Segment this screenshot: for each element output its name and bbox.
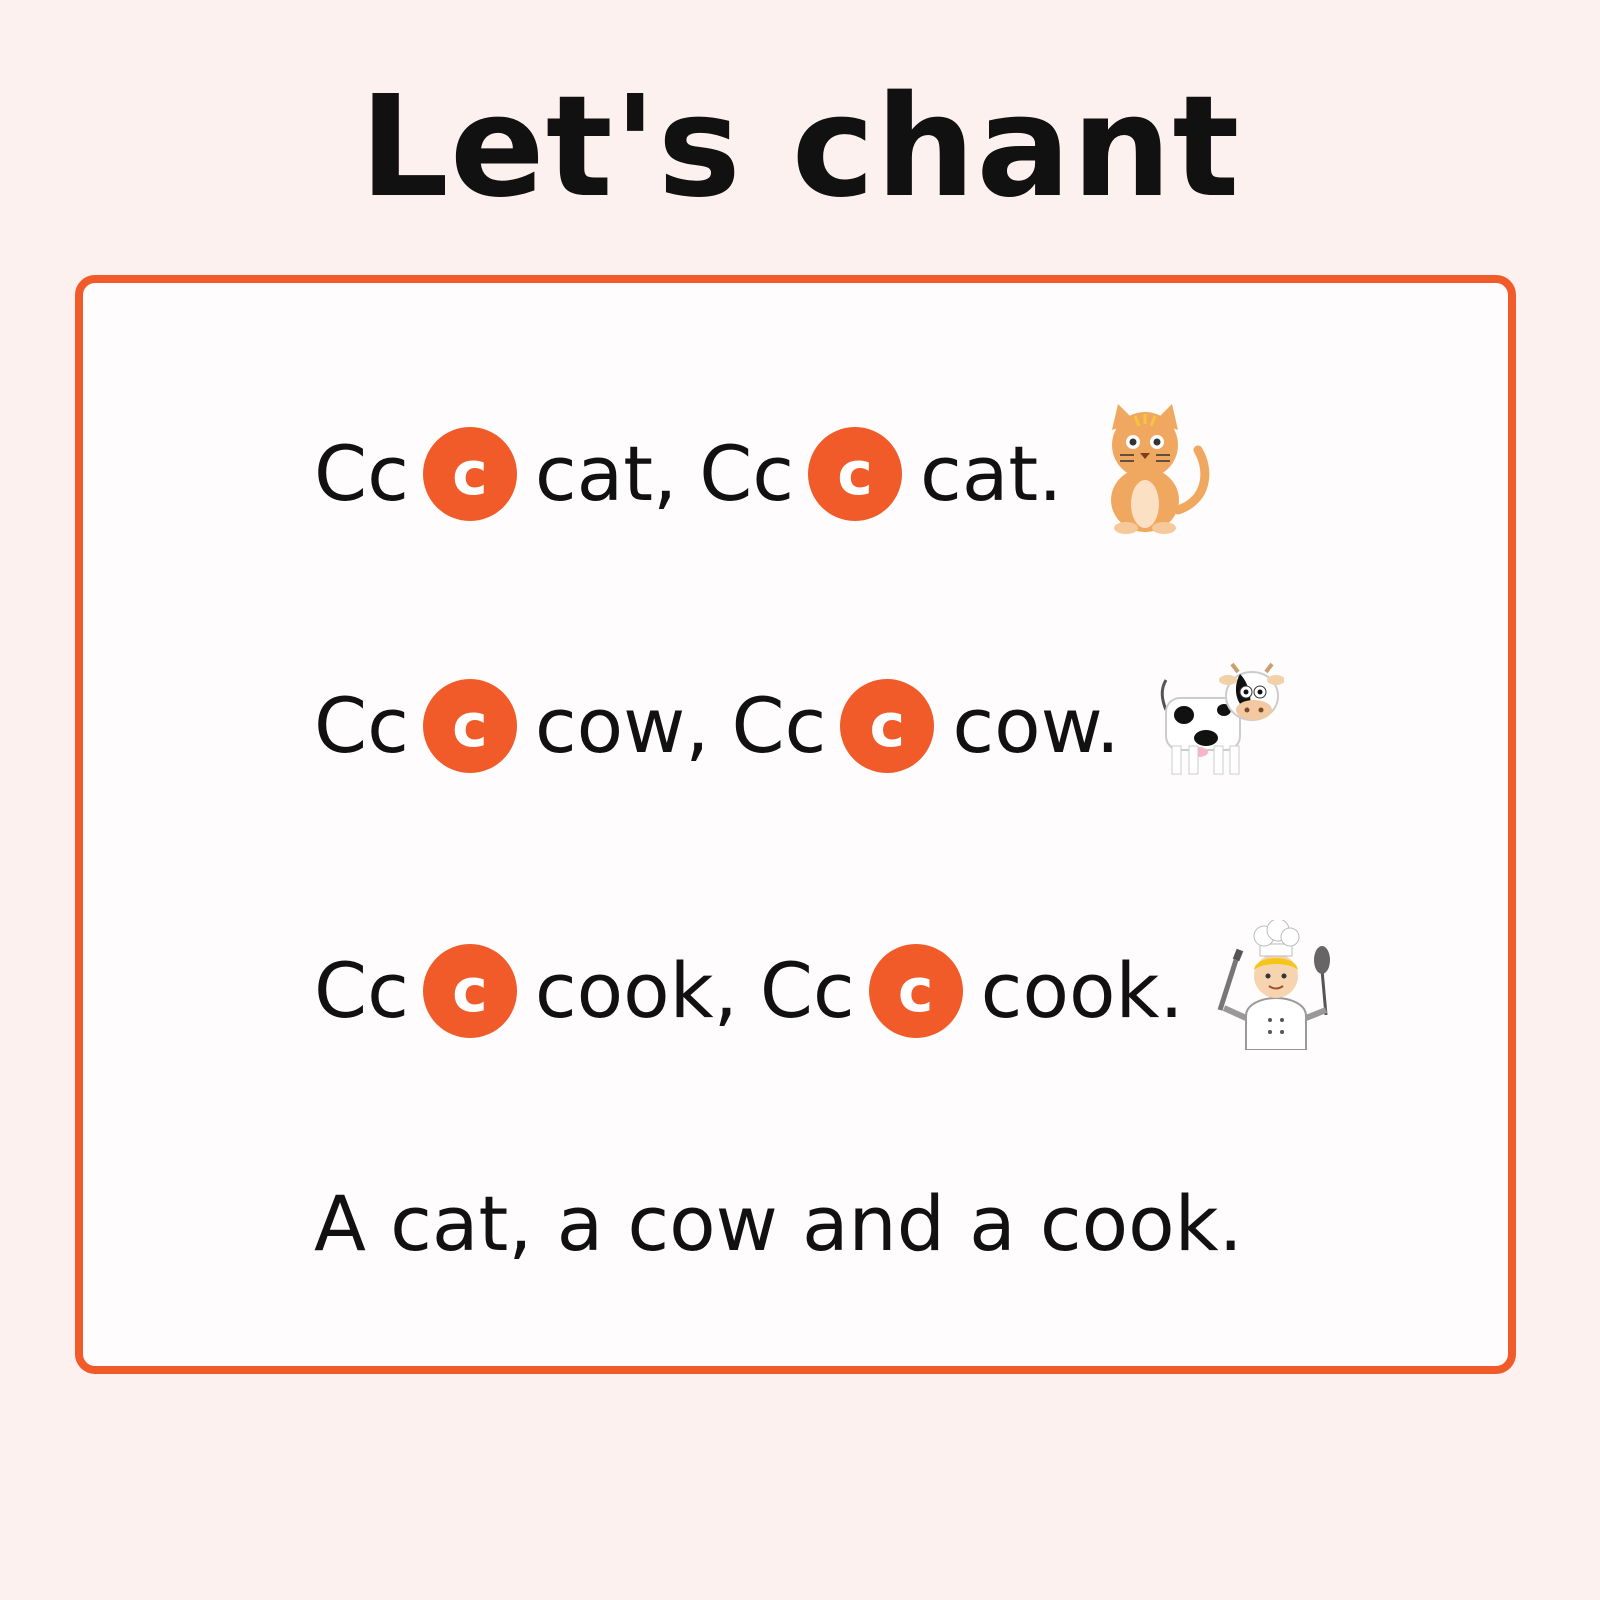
letter-label: Cc	[731, 681, 827, 770]
letter-label: Cc	[699, 428, 795, 518]
word-label: cow.	[952, 681, 1120, 770]
letter-label: Cc	[759, 946, 855, 1035]
letter-label: Cc	[314, 681, 409, 770]
word-label: cook.	[980, 946, 1184, 1035]
cat-icon	[1090, 400, 1210, 547]
chant-line-cat: Cc c cat, Cc c cat.	[314, 400, 1210, 547]
sound-badge[interactable]: c	[868, 944, 963, 1038]
sound-badge[interactable]: c	[422, 679, 517, 773]
sound-badge[interactable]: c	[422, 944, 517, 1038]
sound-badge[interactable]: c	[840, 679, 935, 773]
letter-label: Cc	[314, 946, 409, 1035]
chant-summary: A cat, a cow and a cook.	[314, 1186, 1243, 1262]
word-label: cat,	[534, 428, 678, 518]
chef-icon	[1206, 918, 1346, 1062]
summary-text: A cat, a cow and a cook.	[314, 1179, 1243, 1268]
sound-badge[interactable]: c	[422, 426, 517, 521]
word-label: cat.	[920, 428, 1063, 518]
letter-label: Cc	[314, 428, 409, 518]
word-label: cook,	[534, 946, 738, 1035]
sound-badge[interactable]: c	[808, 426, 903, 521]
cow-icon	[1144, 660, 1285, 792]
page-title: Let's chant	[359, 66, 1241, 229]
word-label: cow,	[534, 681, 710, 770]
chant-line-cow: Cc c cow, Cc c cow.	[314, 660, 1285, 792]
chant-line-cook: Cc c cook, Cc c cook.	[314, 918, 1346, 1062]
